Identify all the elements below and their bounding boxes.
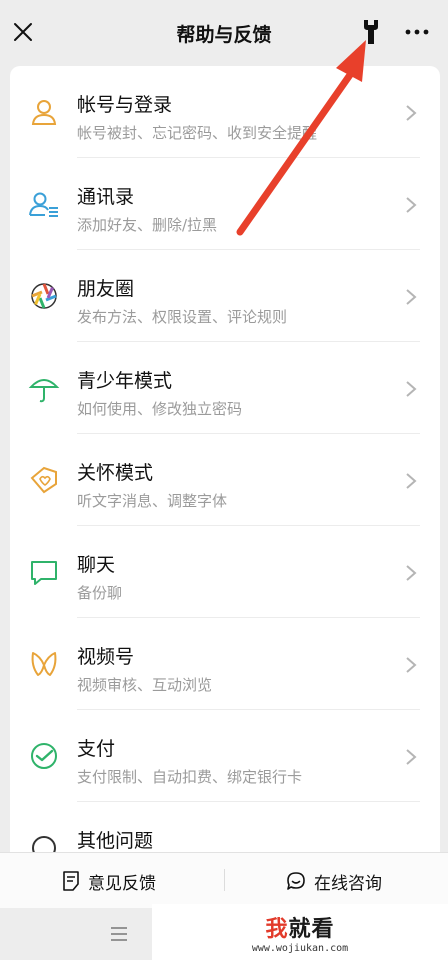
item-title: 其他问题 <box>77 830 154 852</box>
list-item-account-login[interactable]: 帐号与登录 帐号被封、忘记密码、收到安全提醒 <box>10 66 440 158</box>
other-icon <box>32 836 56 852</box>
chevron-right-icon <box>406 565 417 581</box>
item-title: 关怀模式 <box>77 462 154 484</box>
item-title: 帐号与登录 <box>77 94 173 116</box>
list-item-care-mode[interactable]: 关怀模式 听文字消息、调整字体 <box>10 434 440 526</box>
chevron-right-icon <box>406 289 417 305</box>
site-watermark: 我就看 www.wojiukan.com <box>152 904 448 960</box>
wrench-button[interactable] <box>356 16 386 48</box>
item-title: 支付 <box>77 738 116 760</box>
watermark-url: www.wojiukan.com <box>251 942 349 954</box>
document-icon <box>63 871 79 891</box>
chevron-right-icon <box>406 749 417 765</box>
divider <box>224 869 225 891</box>
item-title: 聊天 <box>77 554 116 576</box>
item-title: 通讯录 <box>77 186 135 208</box>
watermark-brand: 我就看 <box>265 916 335 942</box>
item-subtitle: 听文字消息、调整字体 <box>77 492 228 510</box>
wrench-icon <box>364 20 378 44</box>
feedback-button[interactable]: 意见反馈 <box>62 865 156 897</box>
consult-label: 在线咨询 <box>314 873 382 894</box>
chevron-right-icon <box>406 197 417 213</box>
item-title: 朋友圈 <box>77 278 135 300</box>
list-item-pay[interactable]: 支付 支付限制、自动扣费、绑定银行卡 <box>10 710 440 802</box>
list-item-moments[interactable]: 朋友圈 发布方法、权限设置、评论规则 <box>10 250 440 342</box>
list-item-channels[interactable]: 视频号 视频审核、互动浏览 <box>10 618 440 710</box>
item-subtitle: 如何使用、修改独立密码 <box>77 400 243 418</box>
chevron-right-icon <box>406 473 417 489</box>
feedback-label: 意见反馈 <box>88 873 156 894</box>
chat-bubble-icon <box>287 872 305 890</box>
bottom-action-bar: 意见反馈 在线咨询 <box>0 852 448 908</box>
item-subtitle: 视频审核、互动浏览 <box>77 676 213 694</box>
item-subtitle: 备份聊 <box>77 584 123 602</box>
chevron-right-icon <box>406 381 417 397</box>
online-consult-button[interactable]: 在线咨询 <box>286 865 382 897</box>
tag-heart-icon <box>30 466 57 494</box>
help-topics-list: 帐号与登录 帐号被封、忘记密码、收到安全提醒 通讯录 添加好友、删除/拉黑 朋友… <box>10 66 440 852</box>
item-subtitle: 发布方法、权限设置、评论规则 <box>77 308 288 326</box>
contacts-icon <box>29 192 58 217</box>
list-item-chat[interactable]: 聊天 备份聊 <box>10 526 440 618</box>
list-item-contacts[interactable]: 通讯录 添加好友、删除/拉黑 <box>10 158 440 250</box>
item-subtitle: 支付限制、自动扣费、绑定银行卡 <box>77 768 303 786</box>
moments-icon <box>31 283 57 309</box>
more-button[interactable] <box>400 16 434 48</box>
menu-icon[interactable] <box>110 926 128 942</box>
more-icon <box>405 29 429 35</box>
list-item-teen-mode[interactable]: 青少年模式 如何使用、修改独立密码 <box>10 342 440 434</box>
chevron-right-icon <box>406 105 417 121</box>
item-title: 青少年模式 <box>77 370 173 392</box>
item-title: 视频号 <box>77 646 135 668</box>
umbrella-icon <box>28 379 60 403</box>
channels-icon <box>31 652 57 676</box>
list-item-other[interactable]: 其他问题 <box>10 802 440 852</box>
item-subtitle: 帐号被封、忘记密码、收到安全提醒 <box>77 124 318 142</box>
user-icon <box>31 100 57 125</box>
chevron-right-icon <box>406 657 417 673</box>
chat-icon <box>31 561 57 585</box>
item-subtitle: 添加好友、删除/拉黑 <box>77 216 218 234</box>
pay-icon <box>31 743 57 769</box>
nav-bar: 帮助与反馈 <box>0 0 448 64</box>
